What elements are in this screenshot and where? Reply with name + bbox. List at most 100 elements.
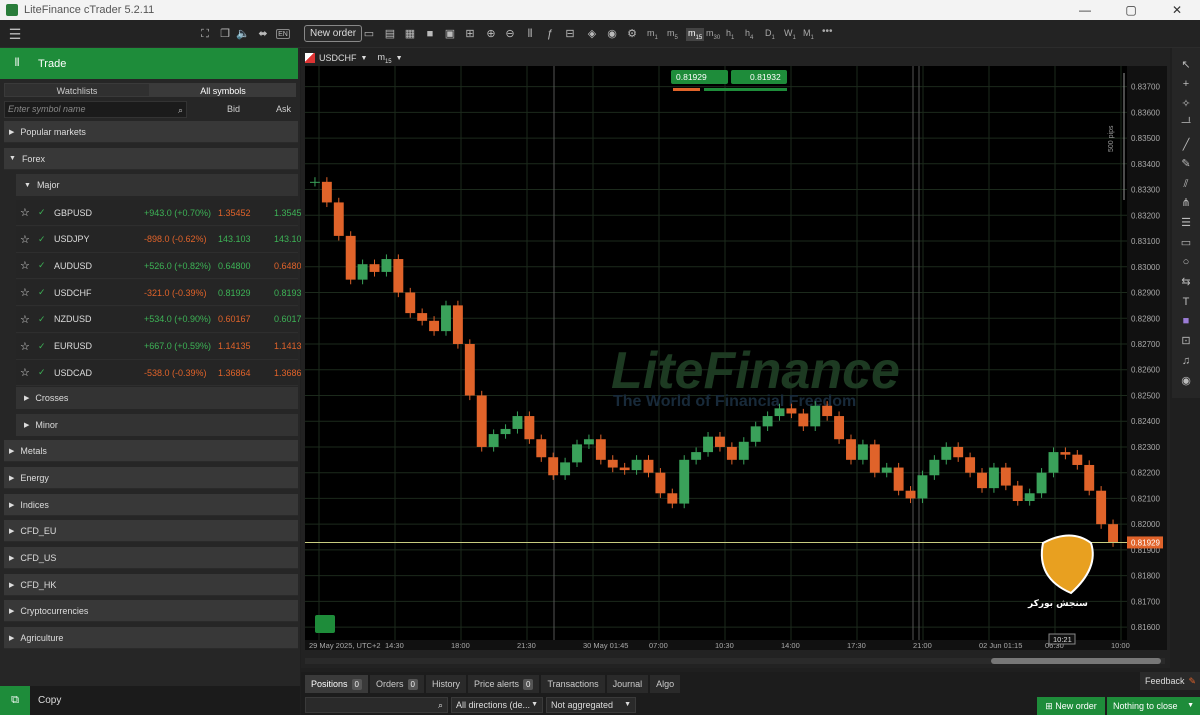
category-forex[interactable]: ▼ Forex [4,148,298,170]
language-icon[interactable]: EN [276,29,290,39]
symbol-row[interactable]: ☆ ✓ NZDUSD +534.0 (+0.90%) 0.60167 0.60171 [16,306,307,333]
search-icon[interactable]: ⌕ [178,103,183,118]
tab-orders[interactable]: Orders 0 [369,675,424,693]
star-icon[interactable]: ☆ [20,233,30,246]
chart-timeframe-label[interactable]: m15 [377,52,391,65]
link-icon[interactable]: ⬌ [256,27,270,41]
symbol-bid[interactable]: 1.35452 [218,208,251,218]
layers-icon[interactable]: ◈ [585,27,599,41]
timeframe-m5[interactable]: m5 [667,28,678,41]
chevron-down-icon[interactable]: ▼ [396,55,403,62]
chevron-down-icon[interactable]: ▼ [361,55,368,62]
category-cfd-hk[interactable]: ▶ CFD_HK [4,574,298,596]
symbol-bid[interactable]: 0.81929 [218,288,251,298]
play-icon[interactable]: ◉ [1179,374,1193,388]
trendline-icon[interactable]: ╱ [1179,138,1193,152]
trade-header[interactable]: ⫴ Trade [0,48,298,79]
sound-icon[interactable]: 🔈 [236,27,250,41]
link-charts-icon[interactable]: ⊞ [463,27,477,41]
fibonacci-icon[interactable]: ⫽ [1179,177,1193,191]
symbol-row[interactable]: ☆ ✓ USDCAD -538.0 (-0.39%) 1.36864 1.36868 [16,360,307,387]
category-cryptocurrencies[interactable]: ▶ Cryptocurrencies [4,600,298,622]
zoom-in-icon[interactable]: ⊕ [484,27,498,41]
symbol-row[interactable]: ☆ ✓ GBPUSD +943.0 (+0.70%) 1.35452 1.35453 [16,200,307,226]
star-icon[interactable]: ☆ [20,259,30,272]
subcategory-crosses[interactable]: ▶ Crosses [16,387,298,409]
category-indices[interactable]: ▶ Indices [4,494,298,516]
hand-icon[interactable]: ᆜ [1179,116,1193,130]
rectangle-icon[interactable]: ▭ [1179,236,1193,250]
star-icon[interactable]: ☆ [20,366,30,379]
close-button[interactable]: ✕ [1154,3,1200,17]
close-all-button[interactable]: Nothing to close ▼ [1107,697,1200,715]
color-icon[interactable]: ■ [1179,314,1193,328]
indicators-icon[interactable]: ƒ [543,27,557,41]
templates-icon[interactable]: ⊟ [563,27,577,41]
timeframe-m15[interactable]: m15 [686,28,705,41]
symbol-bid[interactable]: 1.14135 [218,341,251,351]
timeframe-m1[interactable]: m1 [647,28,658,41]
symbol-bid[interactable]: 0.60167 [218,314,251,324]
tab-transactions[interactable]: Transactions [541,675,605,693]
crosshair-icon[interactable]: + [1179,77,1193,91]
ruler-icon[interactable]: ⇆ [1179,275,1193,289]
eye-icon[interactable]: ◉ [605,27,619,41]
alert-bell-icon[interactable]: ♫ [1179,354,1193,368]
zoom-out-icon[interactable]: ⊖ [503,27,517,41]
category-agriculture[interactable]: ▶ Agriculture [4,627,298,649]
symbol-bid[interactable]: 1.36864 [218,368,251,378]
star-icon[interactable]: ☆ [20,206,30,219]
positions-search-input[interactable]: ⌕ [305,697,448,713]
subcategory-major[interactable]: ▼ Major [16,174,298,196]
cursor-icon[interactable]: ↖ [1179,58,1193,72]
subcategory-minor[interactable]: ▶ Minor [16,414,298,436]
free-chart-icon[interactable]: ■ [423,27,437,41]
symbol-row[interactable]: ☆ ✓ EURUSD +667.0 (+0.59%) 1.14135 1.14137 [16,333,307,360]
symbol-row[interactable]: ☆ ✓ AUDUSD +526.0 (+0.82%) 0.64800 0.64801 [16,253,307,280]
detached-chart-icon[interactable]: ▣ [443,27,457,41]
maximize-button[interactable]: ▢ [1108,3,1154,17]
pitchfork-icon[interactable]: ⋔ [1179,196,1193,210]
tab-watchlists[interactable]: Watchlists [4,83,150,97]
hamburger-menu-icon[interactable]: ☰ [8,27,22,41]
category-metals[interactable]: ▶ Metals [4,440,298,462]
tab-price-alerts[interactable]: Price alerts 0 [467,675,540,693]
tab-algo[interactable]: Algo [650,675,681,693]
tab-positions[interactable]: Positions 0 [305,675,368,693]
more-icon[interactable]: ••• [822,26,833,37]
chart-container[interactable]: 0.83700 0.83600 0.83500 0.83400 0.83300 0.832… [301,48,1170,668]
category-energy[interactable]: ▶ Energy [4,467,298,489]
circle-icon[interactable]: ○ [1179,255,1193,269]
symbol-bid[interactable]: 0.64800 [218,261,251,271]
fullscreen-icon[interactable]: ⛶ [198,27,212,41]
star-icon[interactable]: ☆ [20,286,30,299]
settings-icon[interactable]: ⚙ [625,27,639,41]
chart-mode-icon[interactable]: ▭ [362,27,376,41]
symbol-search-input[interactable]: Enter symbol name ⌕ [4,100,187,118]
lines-icon[interactable]: ☰ [1179,216,1193,230]
chart-symbol-tab[interactable]: USDCHF ▼ m15 ▼ [305,50,403,66]
window-icon[interactable]: ❐ [218,27,232,41]
tab-journal[interactable]: Journal [606,675,649,693]
aggregation-select[interactable]: Not aggregated ▼ [546,697,636,713]
minimize-button[interactable]: — [1062,3,1108,17]
chart-canvas[interactable]: 0.83700 0.83600 0.83500 0.83400 0.83300 0.832… [301,48,1170,668]
status-new-order-button[interactable]: ⊞ New order [1037,697,1105,715]
directions-select[interactable]: All directions (de... ▼ [451,697,543,713]
camera-icon[interactable]: ⊡ [1179,334,1193,348]
timeframe-h1[interactable]: h1 [726,28,734,41]
category-cfd-eu[interactable]: ▶ CFD_EU [4,520,298,542]
category-popular-markets[interactable]: ▶ Popular markets [4,121,298,143]
category-cfd-us[interactable]: ▶ CFD_US [4,547,298,569]
copy-footer[interactable]: ⧉ Copy [0,686,300,715]
single-chart-icon[interactable]: ▤ [383,27,397,41]
timeframe-mn1[interactable]: M1 [803,28,814,41]
feedback-button[interactable]: Feedback ✎ [1140,672,1200,690]
star-icon[interactable]: ☆ [20,313,30,326]
text-icon[interactable]: T [1179,295,1193,309]
symbol-row[interactable]: ☆ ✓ USDJPY -898.0 (-0.62%) 143.103 143.106 [16,226,307,253]
tab-all-symbols[interactable]: All symbols [150,83,296,97]
timeframe-d1[interactable]: D1 [765,28,775,41]
symbol-row[interactable]: ☆ ✓ USDCHF -321.0 (-0.39%) 0.81929 0.81932 [16,280,307,307]
timeframe-m30[interactable]: m30 [706,28,720,41]
